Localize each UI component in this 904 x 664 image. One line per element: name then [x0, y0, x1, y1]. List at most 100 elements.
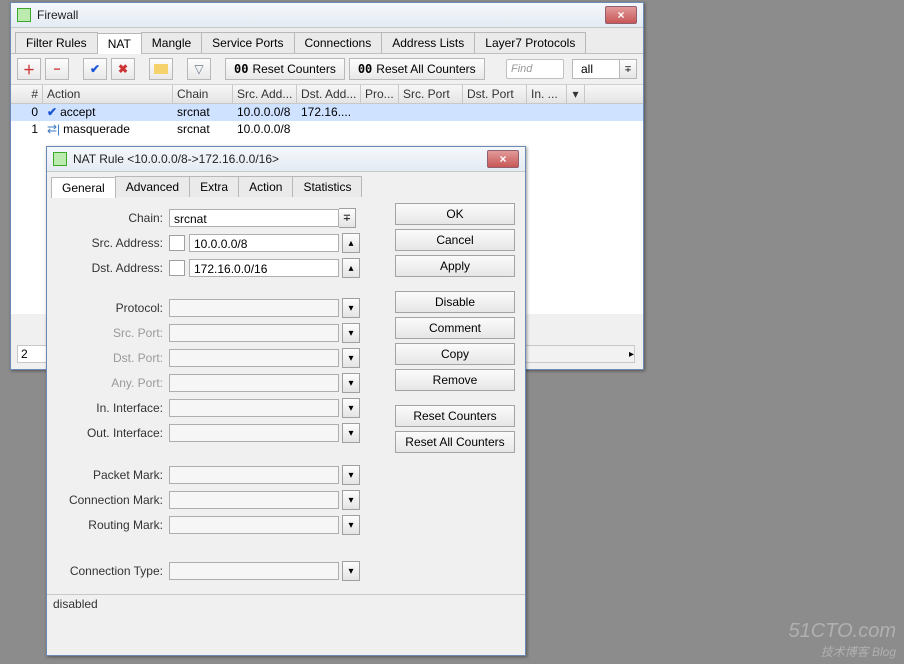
check-icon: ✔: [90, 62, 100, 76]
comment-button[interactable]: [149, 58, 173, 80]
find-input[interactable]: Find: [506, 59, 564, 79]
dst-neg-checkbox[interactable]: [169, 260, 185, 276]
col-menu[interactable]: ▾: [567, 85, 585, 103]
firewall-titlebar[interactable]: Firewall ×: [11, 3, 643, 28]
comment-button[interactable]: Comment: [395, 317, 515, 339]
down-icon[interactable]: ▾: [342, 398, 360, 418]
filter-button[interactable]: ▽: [187, 58, 211, 80]
tab-action[interactable]: Action: [238, 176, 293, 197]
down-icon[interactable]: ▾: [342, 515, 360, 535]
dialog-title: NAT Rule <10.0.0.0/8->172.16.0.0/16>: [73, 147, 279, 171]
col-protocol[interactable]: Pro...: [361, 85, 399, 103]
connection-type-input[interactable]: [169, 562, 339, 580]
tab-nat[interactable]: NAT: [97, 33, 142, 54]
up-icon[interactable]: ▴: [342, 233, 360, 253]
col-dst-addr[interactable]: Dst. Add...: [297, 85, 361, 103]
add-button[interactable]: ＋: [17, 58, 41, 80]
down-icon: ▾: [342, 348, 360, 368]
down-icon[interactable]: ▾: [342, 465, 360, 485]
tab-service-ports[interactable]: Service Ports: [201, 32, 294, 53]
reset-all-counters-button[interactable]: Reset All Counters: [395, 431, 515, 453]
masquerade-icon: ⇄|: [47, 122, 60, 137]
col-chain[interactable]: Chain: [173, 85, 233, 103]
field-out-interface: Out. Interface: ▾: [51, 423, 379, 443]
reset-counters-button[interactable]: 00Reset Counters: [225, 58, 345, 80]
out-interface-input[interactable]: [169, 424, 339, 442]
reset-counters-button[interactable]: Reset Counters: [395, 405, 515, 427]
apply-button[interactable]: Apply: [395, 255, 515, 277]
down-icon: ▾: [342, 373, 360, 393]
down-icon[interactable]: ▾: [342, 423, 360, 443]
window-title: Firewall: [37, 3, 78, 27]
table-row[interactable]: 0 ✔accept srcnat 10.0.0.0/8 172.16....: [11, 104, 643, 121]
field-protocol: Protocol: ▾: [51, 298, 379, 318]
src-neg-checkbox[interactable]: [169, 235, 185, 251]
field-src-address: Src. Address: 10.0.0.0/8 ▴: [51, 233, 379, 253]
any-port-input: [169, 374, 339, 392]
disable-button[interactable]: Disable: [395, 291, 515, 313]
reset-all-counters-button[interactable]: 00Reset All Counters: [349, 58, 485, 80]
in-interface-input[interactable]: [169, 399, 339, 417]
dialog-tabs: General Advanced Extra Action Statistics: [47, 172, 525, 197]
connection-mark-input[interactable]: [169, 491, 339, 509]
down-icon[interactable]: ▾: [342, 490, 360, 510]
field-packet-mark: Packet Mark: ▾: [51, 465, 379, 485]
app-icon: [17, 8, 31, 22]
dst-address-input[interactable]: 172.16.0.0/16: [189, 259, 339, 277]
col-src-port[interactable]: Src. Port: [399, 85, 463, 103]
packet-mark-input[interactable]: [169, 466, 339, 484]
dropdown-icon[interactable]: ∓: [620, 59, 637, 79]
field-any-port: Any. Port: ▾: [51, 373, 379, 393]
chain-dropdown[interactable]: ∓: [339, 208, 356, 228]
dst-port-input: [169, 349, 339, 367]
close-button[interactable]: ×: [487, 150, 519, 168]
nat-rule-dialog: NAT Rule <10.0.0.0/8->172.16.0.0/16> × G…: [46, 146, 526, 656]
remove-button[interactable]: Remove: [395, 369, 515, 391]
tab-address-lists[interactable]: Address Lists: [381, 32, 475, 53]
filter-combo[interactable]: all ∓: [572, 59, 637, 79]
copy-button[interactable]: Copy: [395, 343, 515, 365]
note-icon: [154, 64, 168, 74]
tab-advanced[interactable]: Advanced: [115, 176, 190, 197]
chain-input[interactable]: srcnat: [169, 209, 339, 227]
app-icon: [53, 152, 67, 166]
col-in-int[interactable]: In. ...: [527, 85, 567, 103]
field-connection-type: Connection Type: ▾: [51, 561, 379, 581]
close-button[interactable]: ×: [605, 6, 637, 24]
disable-button[interactable]: ✖: [111, 58, 135, 80]
cancel-button[interactable]: Cancel: [395, 229, 515, 251]
tab-mangle[interactable]: Mangle: [141, 32, 202, 53]
routing-mark-input[interactable]: [169, 516, 339, 534]
field-connection-mark: Connection Mark: ▾: [51, 490, 379, 510]
remove-button[interactable]: −: [45, 58, 69, 80]
up-icon[interactable]: ▴: [342, 258, 360, 278]
field-dst-address: Dst. Address: 172.16.0.0/16 ▴: [51, 258, 379, 278]
funnel-icon: ▽: [194, 62, 203, 76]
col-src-addr[interactable]: Src. Add...: [233, 85, 297, 103]
enable-button[interactable]: ✔: [83, 58, 107, 80]
protocol-input[interactable]: [169, 299, 339, 317]
accept-icon: ✔: [47, 105, 57, 120]
ok-button[interactable]: OK: [395, 203, 515, 225]
src-port-input: [169, 324, 339, 342]
tab-extra[interactable]: Extra: [189, 176, 239, 197]
down-icon: ▾: [342, 323, 360, 343]
tab-general[interactable]: General: [51, 177, 116, 198]
down-icon[interactable]: ▾: [342, 298, 360, 318]
col-dst-port[interactable]: Dst. Port: [463, 85, 527, 103]
down-icon[interactable]: ▾: [342, 561, 360, 581]
dialog-titlebar[interactable]: NAT Rule <10.0.0.0/8->172.16.0.0/16> ×: [47, 147, 525, 172]
firewall-tabs: Filter Rules NAT Mangle Service Ports Co…: [11, 28, 643, 54]
table-row[interactable]: 1 ⇄|masquerade srcnat 10.0.0.0/8: [11, 121, 643, 138]
tab-statistics[interactable]: Statistics: [292, 176, 362, 197]
field-routing-mark: Routing Mark: ▾: [51, 515, 379, 535]
plus-icon: ＋: [23, 61, 35, 78]
tab-filter-rules[interactable]: Filter Rules: [15, 32, 98, 53]
watermark: 51CTO.com 技术博客 Blog: [789, 620, 896, 660]
dialog-status: disabled: [47, 594, 525, 613]
tab-layer7[interactable]: Layer7 Protocols: [474, 32, 586, 53]
src-address-input[interactable]: 10.0.0.0/8: [189, 234, 339, 252]
col-action[interactable]: Action: [43, 85, 173, 103]
col-num[interactable]: #: [11, 85, 43, 103]
tab-connections[interactable]: Connections: [294, 32, 383, 53]
